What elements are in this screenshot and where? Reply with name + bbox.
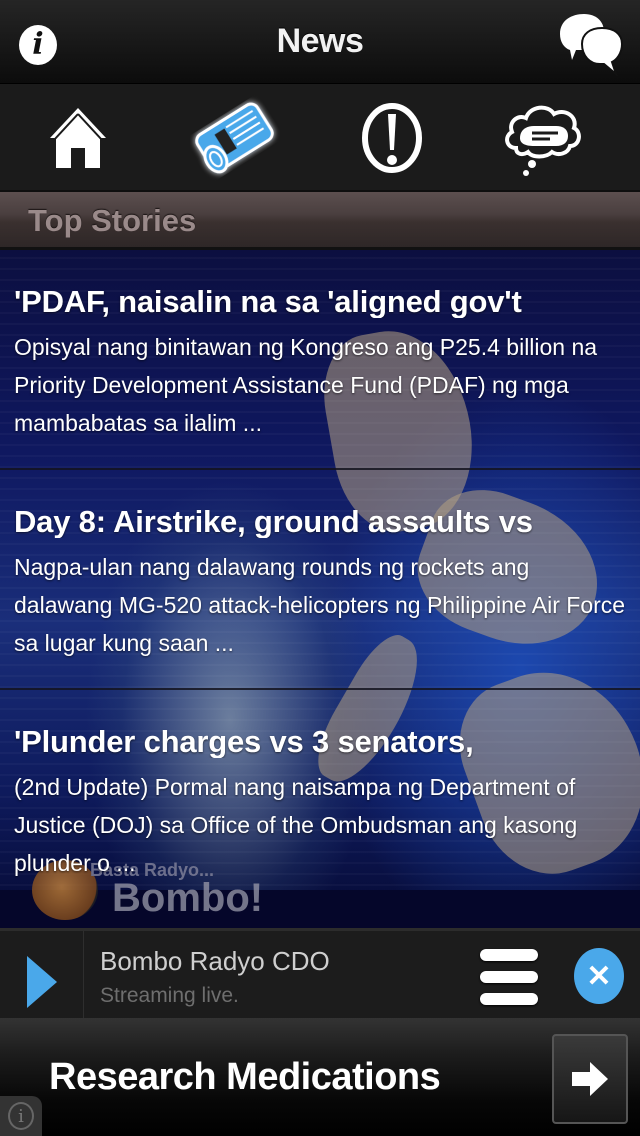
newspaper-icon xyxy=(195,102,274,174)
stream-status: Streaming live. xyxy=(100,984,239,1007)
ad-banner[interactable]: Research Medications i xyxy=(0,1018,640,1136)
chat-button[interactable] xyxy=(556,12,626,78)
menu-icon-bar xyxy=(480,949,538,961)
close-icon: ✕ xyxy=(586,959,612,993)
story-item[interactable]: 'PDAF, naisalin na sa 'aligned gov't Opi… xyxy=(0,250,640,470)
icon-toolbar xyxy=(0,84,640,190)
story-summary: Opisyal nang binitawan ng Kongreso ang P… xyxy=(14,334,598,436)
ad-go-button[interactable] xyxy=(552,1034,628,1124)
tab-home[interactable] xyxy=(33,96,123,180)
story-item[interactable]: Day 8: Airstrike, ground assaults vs Nag… xyxy=(0,470,640,690)
arrow-right-icon xyxy=(572,1062,608,1096)
story-item[interactable]: 'Plunder charges vs 3 senators, (2nd Upd… xyxy=(0,690,640,910)
story-summary: Nagpa-ulan nang dalawang rounds ng rocke… xyxy=(14,554,626,656)
chat-bubbles-icon xyxy=(560,14,624,78)
story-headline: 'Plunder charges vs 3 senators, xyxy=(14,724,474,758)
play-button[interactable] xyxy=(0,931,84,1018)
section-title: Top Stories xyxy=(28,203,197,238)
tab-news[interactable] xyxy=(190,96,280,180)
news-list[interactable]: Basta Radyo... Bombo! 'PDAF, naisalin na… xyxy=(0,250,640,928)
close-player-button[interactable]: ✕ xyxy=(574,948,624,1004)
ad-info-icon: i xyxy=(8,1102,34,1130)
story-summary: (2nd Update) Pormal nang naisampa ng Dep… xyxy=(14,774,578,876)
thought-cloud-icon xyxy=(505,105,581,176)
page-title: News xyxy=(276,22,364,60)
tab-alerts[interactable] xyxy=(347,96,437,180)
menu-icon-bar xyxy=(480,993,538,1005)
ad-text: Research Medications xyxy=(49,1056,441,1098)
title-bar: i News xyxy=(0,0,640,84)
home-icon xyxy=(50,108,106,168)
play-icon xyxy=(27,956,57,1008)
section-header: Top Stories xyxy=(0,190,640,250)
ad-info-button[interactable]: i xyxy=(0,1096,42,1136)
tab-feedback[interactable] xyxy=(498,96,588,180)
story-headline: Day 8: Airstrike, ground assaults vs xyxy=(14,504,533,538)
menu-button[interactable] xyxy=(480,949,540,1005)
radio-player-bar: Bombo Radyo CDO Streaming live. ✕ xyxy=(0,928,640,1018)
menu-icon-bar xyxy=(480,971,538,983)
station-name: Bombo Radyo CDO xyxy=(100,946,330,976)
alert-icon xyxy=(362,103,422,173)
story-headline: 'PDAF, naisalin na sa 'aligned gov't xyxy=(14,284,522,318)
